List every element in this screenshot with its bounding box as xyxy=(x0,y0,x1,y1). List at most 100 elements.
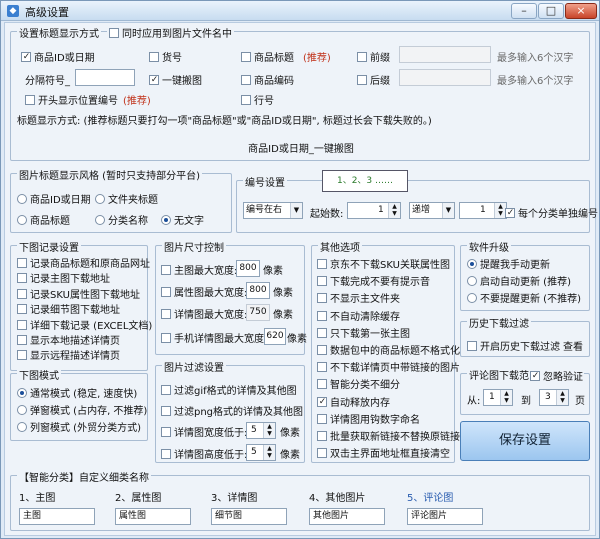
other-option[interactable]: 详情图用钩数字命名 xyxy=(317,412,460,429)
record-option[interactable]: 记录细节图下载地址 xyxy=(17,303,152,318)
detail-width-lt-spinner[interactable]: 5 ▲ ▼ xyxy=(246,422,276,439)
other-option[interactable]: 不显示主文件夹 xyxy=(317,291,460,308)
upgrade-option[interactable]: 不要提醒更新 (不推荐) xyxy=(467,291,581,308)
save-button[interactable]: 保存设置 xyxy=(460,421,590,461)
other-options-list: 京东不下载SKU关联属性图下载完成不要有提示音 不显示主文件夹不自动清除缓存 只下载… xyxy=(317,257,460,463)
mobile-width-check[interactable]: 手机详情图最大宽度: xyxy=(161,330,267,345)
checkbox-icon xyxy=(317,345,327,356)
other-option[interactable]: 双击主界面地址框直接清空 xyxy=(317,446,460,463)
from-page-spinner[interactable]: 1 ▲ ▼ xyxy=(483,389,513,406)
history-filter-legend: 历史下载过滤 xyxy=(467,315,531,330)
filter-png-check[interactable]: 过滤png格式的详情及其他图 xyxy=(161,403,303,418)
other-option[interactable]: 下载完成不要有提示音 xyxy=(317,274,460,291)
opt-line-no[interactable]: 行号 xyxy=(241,92,274,107)
checkbox-icon xyxy=(17,273,27,284)
upgrade-legend: 软件升级 xyxy=(467,239,511,254)
mobile-width-input[interactable]: 620 xyxy=(264,328,286,345)
record-option[interactable]: 记录主图下载地址 xyxy=(17,272,152,287)
other-option[interactable]: 京东不下载SKU关联属性图 xyxy=(317,257,460,274)
separator-input[interactable] xyxy=(75,69,135,86)
detail-width-lt-check[interactable]: 详情图宽度低于: xyxy=(161,424,247,439)
filter-gif-check[interactable]: 过滤gif格式的详情及其他图 xyxy=(161,382,297,397)
spinner-arrows-icon: ▲ ▼ xyxy=(556,390,568,405)
download-mode-option[interactable]: 弹窗模式 (占内存, 不推荐) xyxy=(17,403,147,420)
radio-category-name[interactable]: 分类名称 xyxy=(95,212,148,227)
other-option[interactable]: 不自动清除缓存 xyxy=(317,309,460,326)
download-mode-group: 下图模式 通常模式 (稳定, 速度快) 弹窗模式 (占内存, 不推荐) 列窗模式 (… xyxy=(10,367,148,441)
to-page-spinner[interactable]: 3 ▲ ▼ xyxy=(539,389,569,406)
title-bar[interactable]: ◆ 高级设置 – □ × xyxy=(1,1,599,21)
main-width-check[interactable]: 主图最大宽度: xyxy=(161,262,237,277)
category-name-input[interactable]: 属性图 xyxy=(115,508,191,525)
category-name-input[interactable]: 其他图片 xyxy=(309,508,385,525)
detail-width-check[interactable]: 详情图最大宽度: xyxy=(161,306,247,321)
opt-prefix[interactable]: 前缀 xyxy=(357,49,390,64)
record-option[interactable]: 详细下载记录 (EXCEL文档) xyxy=(17,319,152,334)
attr-width-input[interactable]: 800 xyxy=(246,282,270,299)
opt-show-number[interactable]: 开头显示位置编号 xyxy=(25,92,118,107)
radio-product-title[interactable]: 商品标题 xyxy=(17,212,70,227)
main-width-input[interactable]: 800 xyxy=(236,260,260,277)
opt-product-code[interactable]: 商品编码 xyxy=(241,72,294,87)
category-name-input[interactable]: 细节图 xyxy=(211,508,287,525)
radio-folder-title[interactable]: 文件夹标题 xyxy=(95,191,158,206)
checkbox-icon xyxy=(317,259,327,269)
other-option[interactable]: 只下载第一张主图 xyxy=(317,326,460,343)
history-filter-checkbox[interactable]: 开启历史下载过滤 xyxy=(467,338,560,353)
detail-width-input[interactable]: 750 xyxy=(246,304,270,321)
download-record-legend: 下图记录设置 xyxy=(17,239,81,254)
category-label: 3、详情图 xyxy=(211,493,258,504)
opt-suffix[interactable]: 后缀 xyxy=(357,72,390,87)
record-option[interactable]: 记录商品标题和原商品网址 xyxy=(17,257,152,272)
detail-height-lt-check[interactable]: 详情图高度低于: xyxy=(161,446,247,461)
ignore-verify-checkbox[interactable]: 忽略验证 xyxy=(529,368,584,383)
history-view-link[interactable]: 查看 xyxy=(563,338,583,353)
record-option[interactable]: 记录SKU属性图下载地址 xyxy=(17,288,152,303)
per-category-checkbox[interactable]: 每个分类单独编号 xyxy=(505,205,598,220)
other-option[interactable]: 不下载详情页中带链接的图片 xyxy=(317,360,460,377)
category-label: 1、主图 xyxy=(19,493,56,504)
other-option-label: 不显示主文件夹 xyxy=(330,294,400,306)
record-option[interactable]: 显示本地描述详情页 xyxy=(17,334,152,349)
other-option-label: 双击主界面地址框直接清空 xyxy=(330,449,450,461)
opt-product-id-date[interactable]: 商品ID或日期 xyxy=(21,49,95,64)
minimize-button[interactable]: – xyxy=(511,3,537,19)
download-mode-option[interactable]: 通常模式 (稳定, 速度快) xyxy=(17,386,147,403)
record-option[interactable]: 显示远程描述详情页 xyxy=(17,349,152,364)
checkbox-icon xyxy=(17,304,27,315)
prefix-input[interactable] xyxy=(399,46,491,63)
other-option[interactable]: 批量获取新链接不替换原链接 xyxy=(317,429,460,446)
checkbox-icon xyxy=(317,413,327,424)
apply-filename-checkbox[interactable]: 同时应用到图片文件名中 xyxy=(107,25,234,40)
radio-id-date[interactable]: 商品ID或日期 xyxy=(17,191,91,206)
title-preview: 商品ID或日期_一键搬图 xyxy=(248,144,354,155)
chevron-down-icon: ▼ xyxy=(442,203,454,218)
start-number-spinner[interactable]: 1 ▲ ▼ xyxy=(347,202,401,219)
step-spinner[interactable]: 1 ▲ ▼ xyxy=(459,202,507,219)
number-position-select[interactable]: 编号在右 ▼ xyxy=(243,202,303,219)
maximize-button[interactable]: □ xyxy=(538,3,564,19)
download-mode-option-label: 弹窗模式 (占内存, 不推荐) xyxy=(30,406,148,417)
radio-no-text[interactable]: 无文字 xyxy=(161,212,204,227)
step-select[interactable]: 递增 ▼ xyxy=(409,202,455,219)
upgrade-option[interactable]: 启动自动更新 (推荐) xyxy=(467,274,581,291)
other-option[interactable]: 自动释放内存 xyxy=(317,395,460,412)
other-option[interactable]: 数据包中的商品标题不格式化 xyxy=(317,343,460,360)
title-display-legend: 设置标题显示方式 xyxy=(17,25,101,40)
other-option-label: 下载完成不要有提示音 xyxy=(330,277,430,289)
close-button[interactable]: × xyxy=(565,3,597,19)
opt-one-click[interactable]: 一键搬图 xyxy=(149,72,202,87)
suffix-input[interactable] xyxy=(399,69,491,86)
detail-height-lt-spinner[interactable]: 5 ▲ ▼ xyxy=(246,444,276,461)
attr-width-check[interactable]: 属性图最大宽度: xyxy=(161,284,247,299)
category-name-input[interactable]: 评论图片 xyxy=(407,508,483,525)
window-title: 高级设置 xyxy=(25,6,69,19)
upgrade-option[interactable]: 提醒我手动更新 xyxy=(467,257,581,274)
other-option[interactable]: 智能分类不细分 xyxy=(317,377,460,394)
opt-item-no[interactable]: 货号 xyxy=(149,49,182,64)
download-mode-option[interactable]: 列窗模式 (外贸分类方式) xyxy=(17,420,147,437)
category-name-input[interactable]: 主图 xyxy=(19,508,95,525)
opt-product-title[interactable]: 商品标题 xyxy=(241,49,294,64)
checkbox-icon xyxy=(317,448,327,459)
prefix-hint: 最多输入6个汉字 xyxy=(497,53,574,64)
